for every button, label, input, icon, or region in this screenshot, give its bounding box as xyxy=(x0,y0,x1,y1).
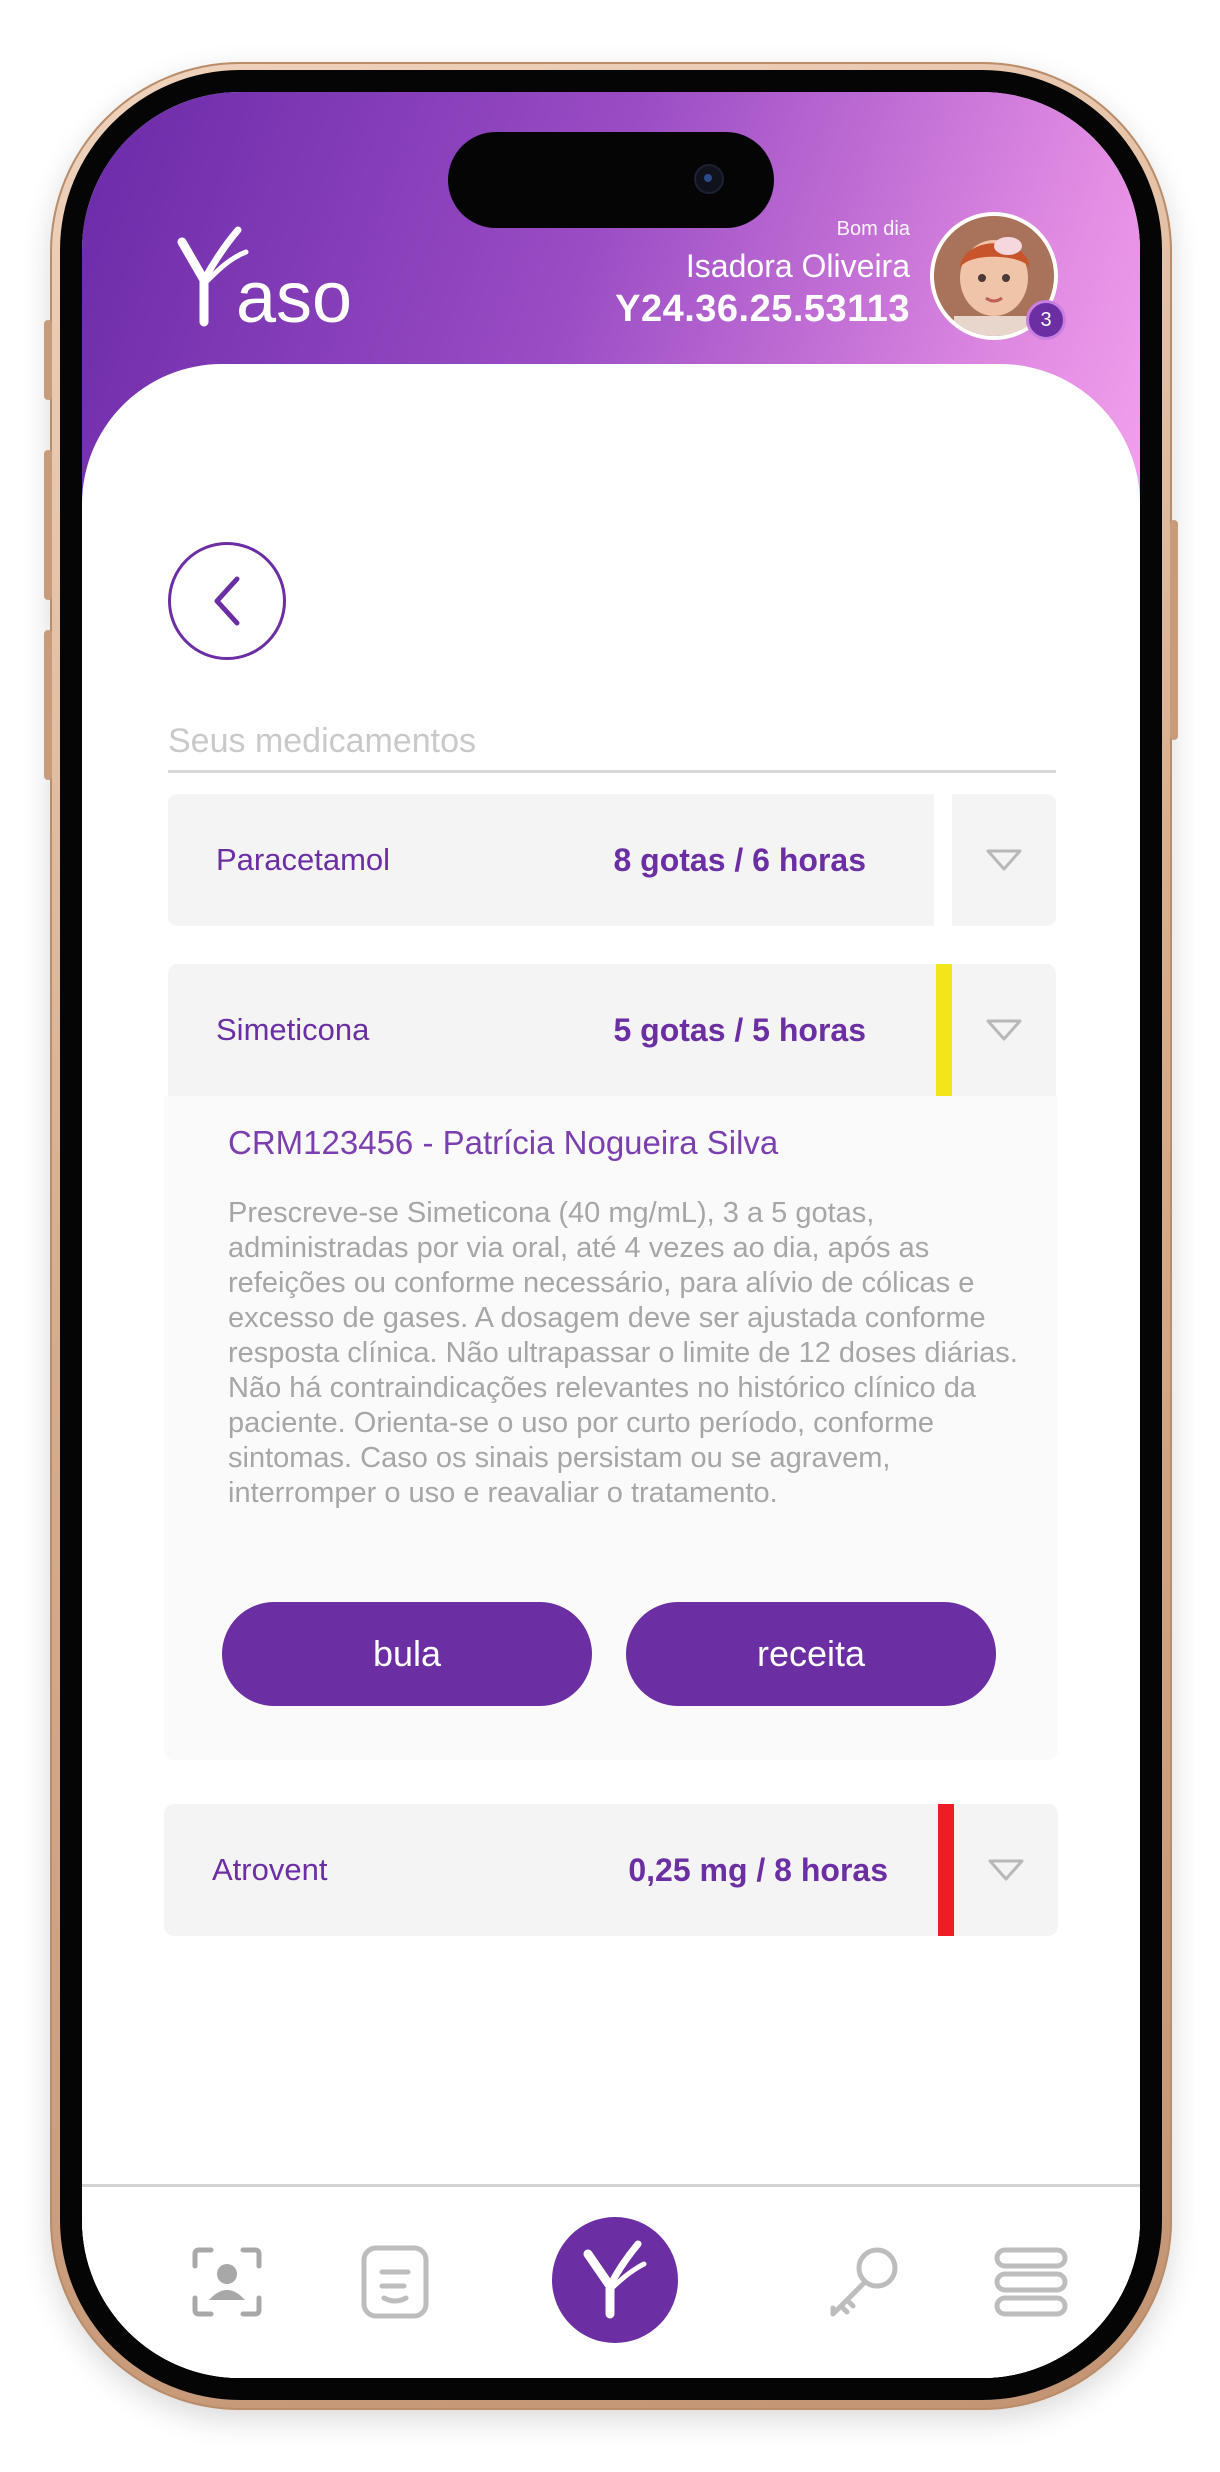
greeting-text: Bom dia xyxy=(836,218,910,240)
dynamic-island xyxy=(448,132,774,228)
face-scan-icon xyxy=(192,2247,262,2317)
back-button[interactable] xyxy=(168,542,286,660)
receita-button[interactable]: receita xyxy=(626,1602,996,1706)
expand-toggle[interactable] xyxy=(954,1804,1058,1936)
menu-icon xyxy=(994,2247,1068,2317)
yaso-logo: aso xyxy=(177,226,352,338)
medication-name: Atrovent xyxy=(212,1852,328,1887)
expand-toggle[interactable] xyxy=(952,794,1056,926)
triangle-down-icon xyxy=(986,1019,1022,1041)
medication-row-atrovent[interactable]: Atrovent 0,25 mg / 8 horas xyxy=(164,1804,1058,1936)
triangle-down-icon xyxy=(988,1859,1024,1881)
medication-row-simeticona[interactable]: Simeticona 5 gotas / 5 horas xyxy=(168,964,1056,1096)
expand-toggle[interactable] xyxy=(952,964,1056,1096)
medication-name: Simeticona xyxy=(216,1012,370,1047)
medication-dose: 8 gotas / 6 horas xyxy=(613,842,866,878)
nav-face-scan[interactable] xyxy=(182,2237,272,2327)
document-icon xyxy=(361,2245,429,2319)
main-content: Seus medicamentos Paracetamol 8 gotas / … xyxy=(82,364,1140,2378)
chevron-left-icon xyxy=(214,576,240,626)
doctor-crm: CRM123456 - Patrícia Nogueira Silva xyxy=(228,1124,779,1161)
screen: aso Bom dia Isadora Oliveira Y24.36.25.5… xyxy=(82,92,1140,2378)
nav-menu[interactable] xyxy=(986,2237,1076,2327)
brand-text: aso xyxy=(236,258,352,338)
status-indicator xyxy=(936,964,952,1096)
medication-dose: 5 gotas / 5 horas xyxy=(613,1012,866,1048)
bula-button[interactable]: bula xyxy=(222,1602,592,1706)
status-indicator xyxy=(938,1804,954,1936)
volume-up-button xyxy=(44,450,52,600)
nav-key[interactable] xyxy=(820,2237,910,2327)
nav-home[interactable] xyxy=(552,2217,678,2343)
nav-documents[interactable] xyxy=(350,2237,440,2327)
camera-icon xyxy=(694,164,724,194)
yaso-home-icon xyxy=(583,2240,647,2319)
medication-details: CRM123456 - Patrícia Nogueira Silva Pres… xyxy=(164,1096,1058,1760)
key-icon xyxy=(830,2247,898,2317)
volume-down-button xyxy=(44,630,52,780)
notification-badge[interactable]: 3 xyxy=(1026,300,1066,340)
medication-row-paracetamol[interactable]: Paracetamol 8 gotas / 6 horas xyxy=(168,794,1056,926)
status-indicator xyxy=(934,794,952,926)
prescription-text: Prescreve-se Simeticona (40 mg/mL), 3 a … xyxy=(228,1197,1018,1509)
power-button xyxy=(1170,520,1178,740)
medication-dose: 0,25 mg / 8 horas xyxy=(628,1852,888,1888)
triangle-down-icon xyxy=(986,849,1022,871)
bottom-nav xyxy=(82,2184,1140,2378)
user-name: Isadora Oliveira xyxy=(685,248,910,284)
section-title: Seus medicamentos xyxy=(168,714,1056,773)
silent-switch xyxy=(44,320,52,400)
user-id: Y24.36.25.53113 xyxy=(615,288,910,330)
medication-name: Paracetamol xyxy=(216,842,391,877)
